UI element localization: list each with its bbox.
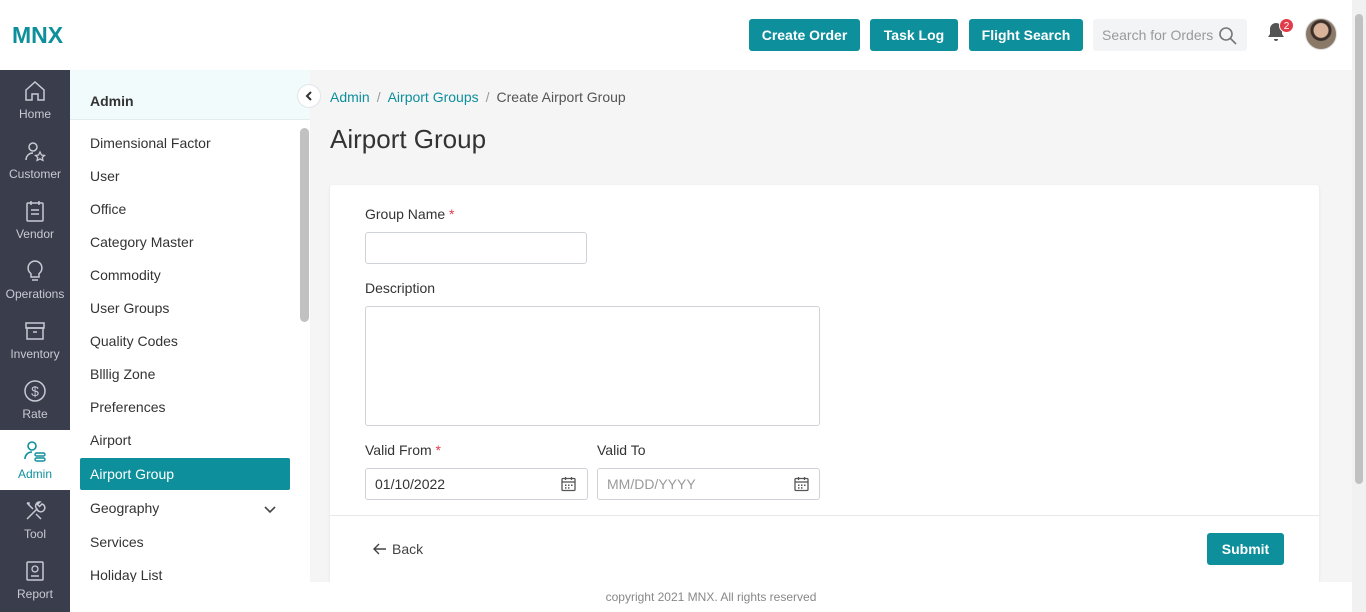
order-search	[1093, 19, 1247, 51]
task-log-button[interactable]: Task Log	[870, 19, 958, 51]
customer-icon	[25, 142, 46, 162]
submenu-scrollbar[interactable]	[300, 128, 309, 322]
valid-from-label: Valid From *	[365, 442, 441, 458]
nav-item-inventory[interactable]: Inventory	[0, 310, 70, 370]
nav-item-home[interactable]: Home	[0, 70, 70, 130]
valid-to-input[interactable]	[597, 468, 820, 500]
page-scrollbar[interactable]	[1352, 0, 1366, 612]
breadcrumb-admin[interactable]: Admin	[330, 89, 370, 105]
submenu-item-commodity[interactable]: Commodity	[90, 267, 161, 283]
nav-item-admin[interactable]: Admin	[0, 430, 70, 490]
lightbulb-icon	[27, 260, 43, 281]
create-order-button[interactable]: Create Order	[749, 19, 860, 51]
vendor-icon	[26, 201, 44, 222]
nav-label: Customer	[8, 167, 61, 181]
calendar-icon[interactable]	[794, 476, 809, 497]
back-button[interactable]: Back	[373, 541, 423, 557]
admin-icon	[24, 441, 46, 462]
inventory-icon	[25, 322, 45, 340]
footer-copyright: copyright 2021 MNX. All rights reserved	[70, 582, 1352, 612]
submenu-item-preferences[interactable]: Preferences	[90, 399, 165, 415]
calendar-icon[interactable]	[561, 476, 576, 497]
nav-label: Vendor	[15, 227, 55, 241]
group-name-input[interactable]	[365, 232, 587, 264]
page-title: Airport Group	[330, 124, 487, 154]
submenu-item-user-groups[interactable]: User Groups	[90, 300, 169, 316]
notification-badge: 2	[1279, 18, 1294, 33]
search-input[interactable]	[1102, 27, 1222, 43]
submenu-item-airport[interactable]: Airport	[90, 432, 131, 448]
dollar-icon: $	[24, 380, 46, 402]
breadcrumb-airport-groups[interactable]: Airport Groups	[388, 89, 479, 105]
submenu-item-holiday-list[interactable]: Holiday List	[90, 567, 162, 582]
collapse-sidebar-button[interactable]	[297, 84, 321, 108]
chevron-left-icon	[305, 91, 312, 101]
app-logo[interactable]: MNX	[12, 22, 63, 49]
submenu-item-services[interactable]: Services	[90, 534, 144, 550]
nav-label: Rate	[22, 407, 48, 421]
nav-label: Report	[16, 587, 54, 601]
submenu-item-category-master[interactable]: Category Master	[90, 234, 193, 250]
form-divider	[330, 515, 1319, 516]
nav-label: Admin	[17, 467, 52, 481]
submenu-item-quality-codes[interactable]: Quality Codes	[90, 333, 178, 349]
submenu-header: Admin	[70, 70, 310, 120]
nav-item-operations[interactable]: Operations	[0, 250, 70, 310]
group-name-label: Group Name *	[365, 206, 455, 222]
valid-from-input[interactable]	[365, 468, 588, 500]
left-nav: Home Customer Vendor Operations Inventor…	[0, 70, 70, 612]
submit-button[interactable]: Submit	[1207, 533, 1284, 565]
nav-item-tool[interactable]: Tool	[0, 490, 70, 550]
submenu-item-dimensional-factor[interactable]: Dimensional Factor	[90, 135, 211, 151]
description-label: Description	[365, 280, 436, 296]
description-textarea[interactable]	[365, 306, 820, 426]
breadcrumb-current: Create Airport Group	[496, 89, 626, 105]
flight-search-button[interactable]: Flight Search	[969, 19, 1083, 51]
nav-item-customer[interactable]: Customer	[0, 130, 70, 190]
nav-label: Inventory	[10, 347, 60, 361]
search-icon[interactable]	[1218, 26, 1238, 51]
submenu-item-geography[interactable]: Geography	[90, 500, 159, 516]
submenu-title: Admin	[90, 93, 134, 109]
nav-item-rate[interactable]: $ Rate	[0, 370, 70, 430]
valid-to-label: Valid To	[597, 442, 646, 458]
submenu-item-office[interactable]: Office	[90, 201, 126, 217]
tool-icon	[26, 501, 46, 520]
nav-label: Home	[18, 107, 51, 121]
avatar[interactable]	[1305, 18, 1337, 50]
chevron-down-icon[interactable]	[263, 502, 277, 520]
nav-label: Tool	[23, 527, 46, 541]
submenu-item-billing-zone[interactable]: Blllig Zone	[90, 366, 155, 382]
nav-item-report[interactable]: Report	[0, 550, 70, 610]
submenu-item-user[interactable]: User	[90, 168, 120, 184]
nav-label: Operations	[5, 287, 65, 301]
arrow-left-icon	[373, 543, 386, 555]
report-icon	[26, 561, 44, 581]
scrollbar-thumb[interactable]	[1355, 14, 1363, 484]
back-label: Back	[392, 541, 424, 557]
home-icon	[25, 80, 45, 101]
nav-item-vendor[interactable]: Vendor	[0, 190, 70, 250]
top-header: MNX Create Order Task Log Flight Search …	[0, 0, 1352, 70]
breadcrumb: Admin / Airport Groups / Create Airport Grou…	[330, 89, 626, 105]
svg-text:$: $	[31, 383, 39, 399]
submenu-item-airport-group[interactable]: Airport Group	[80, 458, 290, 490]
